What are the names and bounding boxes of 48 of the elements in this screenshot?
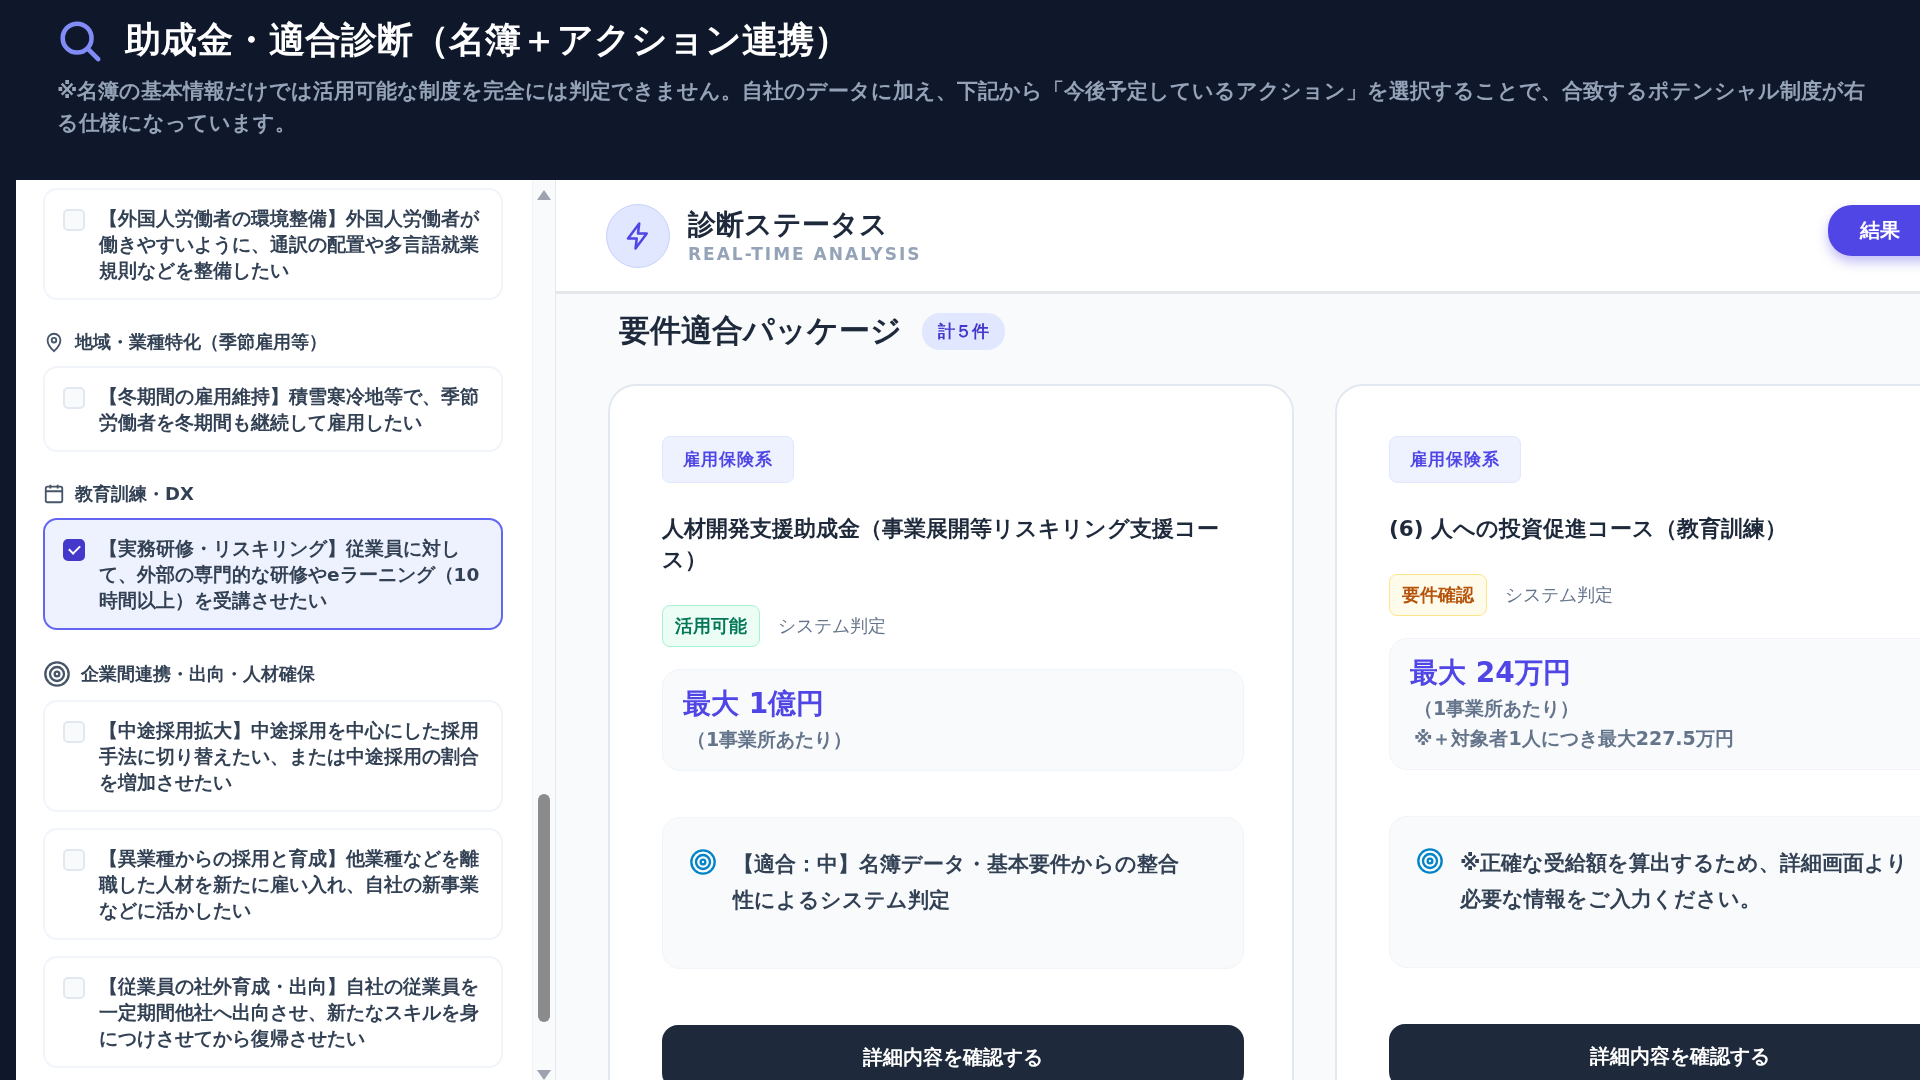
action-option[interactable]: 【外国人労働者の環境整備】外国人労働者が働きやすいように、通訳の配置や多言語就業規則などを整備したい — [43, 188, 503, 300]
extra-note: ※＋対象者1人につき最大227.5万円 — [1414, 726, 1735, 751]
description-text: ※名簿の基本情報だけでは活用可能な制度を完全には判定できません。自社のデータに加え、下記から「今後予定しているアクション」を選択することで、合致するポテンシャル制度が右 — [57, 78, 1867, 105]
amount-note: （1事業所あたり） — [687, 727, 854, 752]
amount-text: 最大 24万円 — [1410, 655, 1572, 691]
checkbox[interactable] — [63, 539, 85, 561]
judgement-label: システム判定 — [1505, 583, 1613, 607]
details-button[interactable]: 詳細内容を確認する — [662, 1025, 1244, 1080]
status-badge: 活用可能 — [662, 605, 760, 647]
match-note: 【適合：中】名簿データ・基本要件からの整合性によるシステム判定 — [733, 851, 1180, 914]
scrollbar-thumb[interactable] — [538, 794, 550, 1022]
section-heading: 教育訓練・DX — [75, 482, 194, 506]
section-heading: 地域・業種特化（季節雇用等） — [75, 330, 327, 354]
package-title: 人材開発支援助成金（事業展開等リスキリング支援コース） — [662, 515, 1220, 574]
calendar-icon — [43, 483, 65, 505]
action-option[interactable]: 【従業員の社外育成・出向】自社の従業員を一定期間他社へ出向させ、新たなスキルを身につけさせてから復帰させたい — [43, 956, 503, 1068]
action-option[interactable]: 【異業種からの採用と育成】他業種などを離職した人材を新たに雇い入れ、自社の新事業などに活かしたい — [43, 828, 503, 940]
option-text: 【冬期間の雇用維持】積雪寒冷地等で、季節労働者を冬期間も継続して雇用したい — [99, 385, 480, 435]
section-heading: 企業間連携・出向・人材確保 — [81, 662, 315, 686]
target-icon — [43, 660, 71, 688]
judgement-label: システム判定 — [778, 614, 886, 638]
section-title: 要件適合パッケージ — [619, 311, 902, 350]
option-text: 【異業種からの採用と育成】他業種などを離職した人材を新たに雇い入れ、自社の新事業などに活かしたい — [99, 847, 480, 923]
results-button[interactable]: 結果 — [1828, 205, 1920, 256]
scroll-up-icon[interactable] — [537, 190, 551, 200]
match-note: ※正確な受給額を算出するため、詳細画面より必要な情報をご入力ください。 — [1460, 850, 1910, 913]
target-icon — [689, 848, 717, 876]
category-tag: 雇用保険系 — [662, 436, 794, 483]
amount-note: （1事業所あたり） — [1414, 696, 1581, 721]
count-badge: 計５件 — [922, 312, 1005, 350]
option-text: 【中途採用拡大】中途採用を中心にした採用手法に切り替えたい、または中途採用の割合を増加させたい — [99, 719, 480, 795]
package-title: (6) 人への投資促進コース（教育訓練） — [1389, 515, 1789, 543]
amount-text: 最大 1億円 — [683, 686, 826, 722]
details-button[interactable]: 詳細内容を確認する — [1389, 1024, 1920, 1080]
scroll-down-icon[interactable] — [537, 1070, 551, 1080]
action-option[interactable]: 【実務研修・リスキリング】従業員に対して、外部の専門的な研修やeラーニング（10時間以上）を受講させたい — [43, 518, 503, 630]
category-tag: 雇用保険系 — [1389, 436, 1521, 483]
status-title: 診断ステータス — [688, 207, 889, 242]
option-text: 【実務研修・リスキリング】従業員に対して、外部の専門的な研修やeラーニング（10時間以上）を受講させたい — [99, 537, 481, 613]
action-option[interactable]: 【冬期間の雇用維持】積雪寒冷地等で、季節労働者を冬期間も継続して雇用したい — [43, 366, 503, 452]
status-subtitle: REAL-TIME ANALYSIS — [688, 243, 922, 264]
option-text: 【従業員の社外育成・出向】自社の従業員を一定期間他社へ出向させ、新たなスキルを身につけさせてから復帰させたい — [99, 975, 480, 1051]
page-title: 助成金・適合診断（名簿＋アクション連携） — [125, 18, 850, 62]
option-text: 【外国人労働者の環境整備】外国人労働者が働きやすいように、通訳の配置や多言語就業規則などを整備したい — [99, 207, 481, 283]
target-icon — [1416, 847, 1444, 875]
action-option[interactable]: 【中途採用拡大】中途採用を中心にした採用手法に切り替えたい、または中途採用の割合を増加させたい — [43, 700, 503, 812]
description-text: る仕様になっています。 — [57, 110, 297, 137]
status-badge: 要件確認 — [1389, 574, 1487, 616]
